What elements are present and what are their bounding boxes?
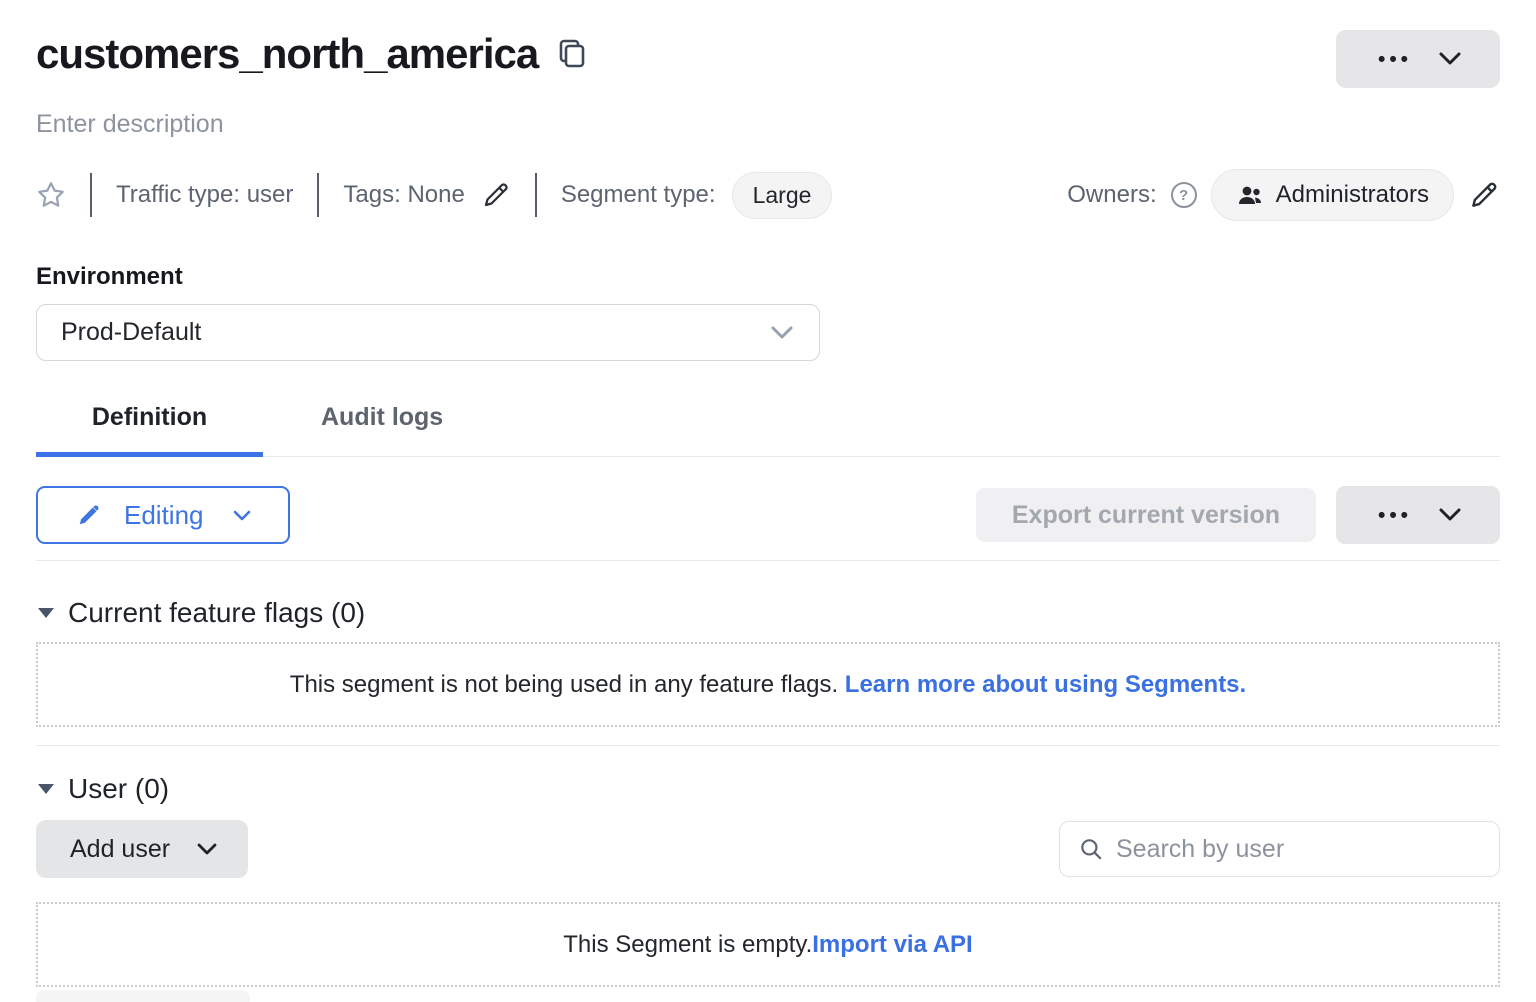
owners-chip[interactable]: Administrators <box>1211 169 1454 221</box>
user-empty-state: This Segment is empty.Import via API <box>36 902 1500 987</box>
collapse-caret-icon <box>36 606 56 620</box>
feature-flags-empty-text: This segment is not being used in any fe… <box>290 671 838 698</box>
divider <box>317 173 319 217</box>
user-controls-row: Add user <box>36 820 1500 878</box>
tab-audit-logs[interactable]: Audit logs <box>273 403 491 457</box>
edit-tags-pencil-icon[interactable] <box>481 180 511 210</box>
user-section-title: User (0) <box>68 773 169 805</box>
ellipsis-icon: ••• <box>1374 505 1412 526</box>
segment-detail-page: customers_north_america ••• Enter descri… <box>0 0 1536 987</box>
people-icon <box>1236 183 1264 207</box>
editing-label: Editing <box>124 500 204 531</box>
chevron-down-icon <box>1438 51 1462 67</box>
import-via-api-link[interactable]: Import via API <box>812 931 972 958</box>
add-user-label: Add user <box>70 835 170 864</box>
segment-type-badge: Large <box>732 172 833 219</box>
description-placeholder[interactable]: Enter description <box>36 110 1500 139</box>
definition-more-menu-button[interactable]: ••• <box>1336 486 1500 544</box>
environment-selected-value: Prod-Default <box>61 318 201 347</box>
collapse-caret-icon <box>36 782 56 796</box>
feature-flags-empty-state: This segment is not being used in any fe… <box>36 642 1500 727</box>
chevron-down-icon <box>232 509 252 522</box>
export-current-version-button[interactable]: Export current version <box>976 488 1316 542</box>
chevron-down-icon <box>769 325 795 341</box>
header-more-menu-button[interactable]: ••• <box>1336 30 1500 88</box>
search-by-user-input[interactable] <box>1116 835 1481 864</box>
owners-label: Owners: <box>1067 181 1156 209</box>
environment-select[interactable]: Prod-Default <box>36 304 820 361</box>
tab-bar: Definition Audit logs <box>36 403 1500 457</box>
divider <box>36 745 1500 746</box>
chevron-down-icon <box>1438 507 1462 523</box>
ellipsis-icon: ••• <box>1374 49 1412 70</box>
definition-toolbar: Editing Export current version ••• <box>36 486 1500 544</box>
editing-status-button[interactable]: Editing <box>36 486 290 544</box>
user-section-header[interactable]: User (0) <box>36 773 1500 805</box>
learn-more-segments-link[interactable]: Learn more about using Segments. <box>845 671 1246 698</box>
search-icon <box>1078 836 1104 862</box>
add-user-button[interactable]: Add user <box>36 820 248 878</box>
owners-value: Administrators <box>1276 181 1429 209</box>
feature-flags-section-title: Current feature flags (0) <box>68 597 365 629</box>
tab-definition[interactable]: Definition <box>36 403 263 457</box>
cut-off-element <box>36 990 250 1002</box>
user-search <box>1059 821 1500 877</box>
user-section: User (0) Add user This <box>36 773 1500 987</box>
header: customers_north_america ••• <box>36 30 1500 88</box>
environment-label: Environment <box>36 263 1500 291</box>
user-empty-text: This Segment is empty. <box>563 931 812 958</box>
divider <box>36 560 1500 561</box>
segment-type-label: Segment type: <box>561 181 716 209</box>
tags-label: Tags: None <box>343 181 464 209</box>
star-icon[interactable] <box>36 180 66 210</box>
traffic-type-label: Traffic type: user <box>116 181 293 209</box>
divider <box>90 173 92 217</box>
feature-flags-section: Current feature flags (0) This segment i… <box>36 597 1500 727</box>
copy-icon[interactable] <box>558 38 586 70</box>
chevron-down-icon <box>196 842 218 856</box>
edit-owners-pencil-icon[interactable] <box>1468 179 1500 211</box>
help-icon[interactable]: ? <box>1171 182 1197 208</box>
feature-flags-section-header[interactable]: Current feature flags (0) <box>36 597 1500 629</box>
meta-row: Traffic type: user Tags: None Segment ty… <box>36 169 1500 221</box>
divider <box>535 173 537 217</box>
pencil-icon <box>76 502 102 528</box>
page-title: customers_north_america <box>36 30 538 78</box>
